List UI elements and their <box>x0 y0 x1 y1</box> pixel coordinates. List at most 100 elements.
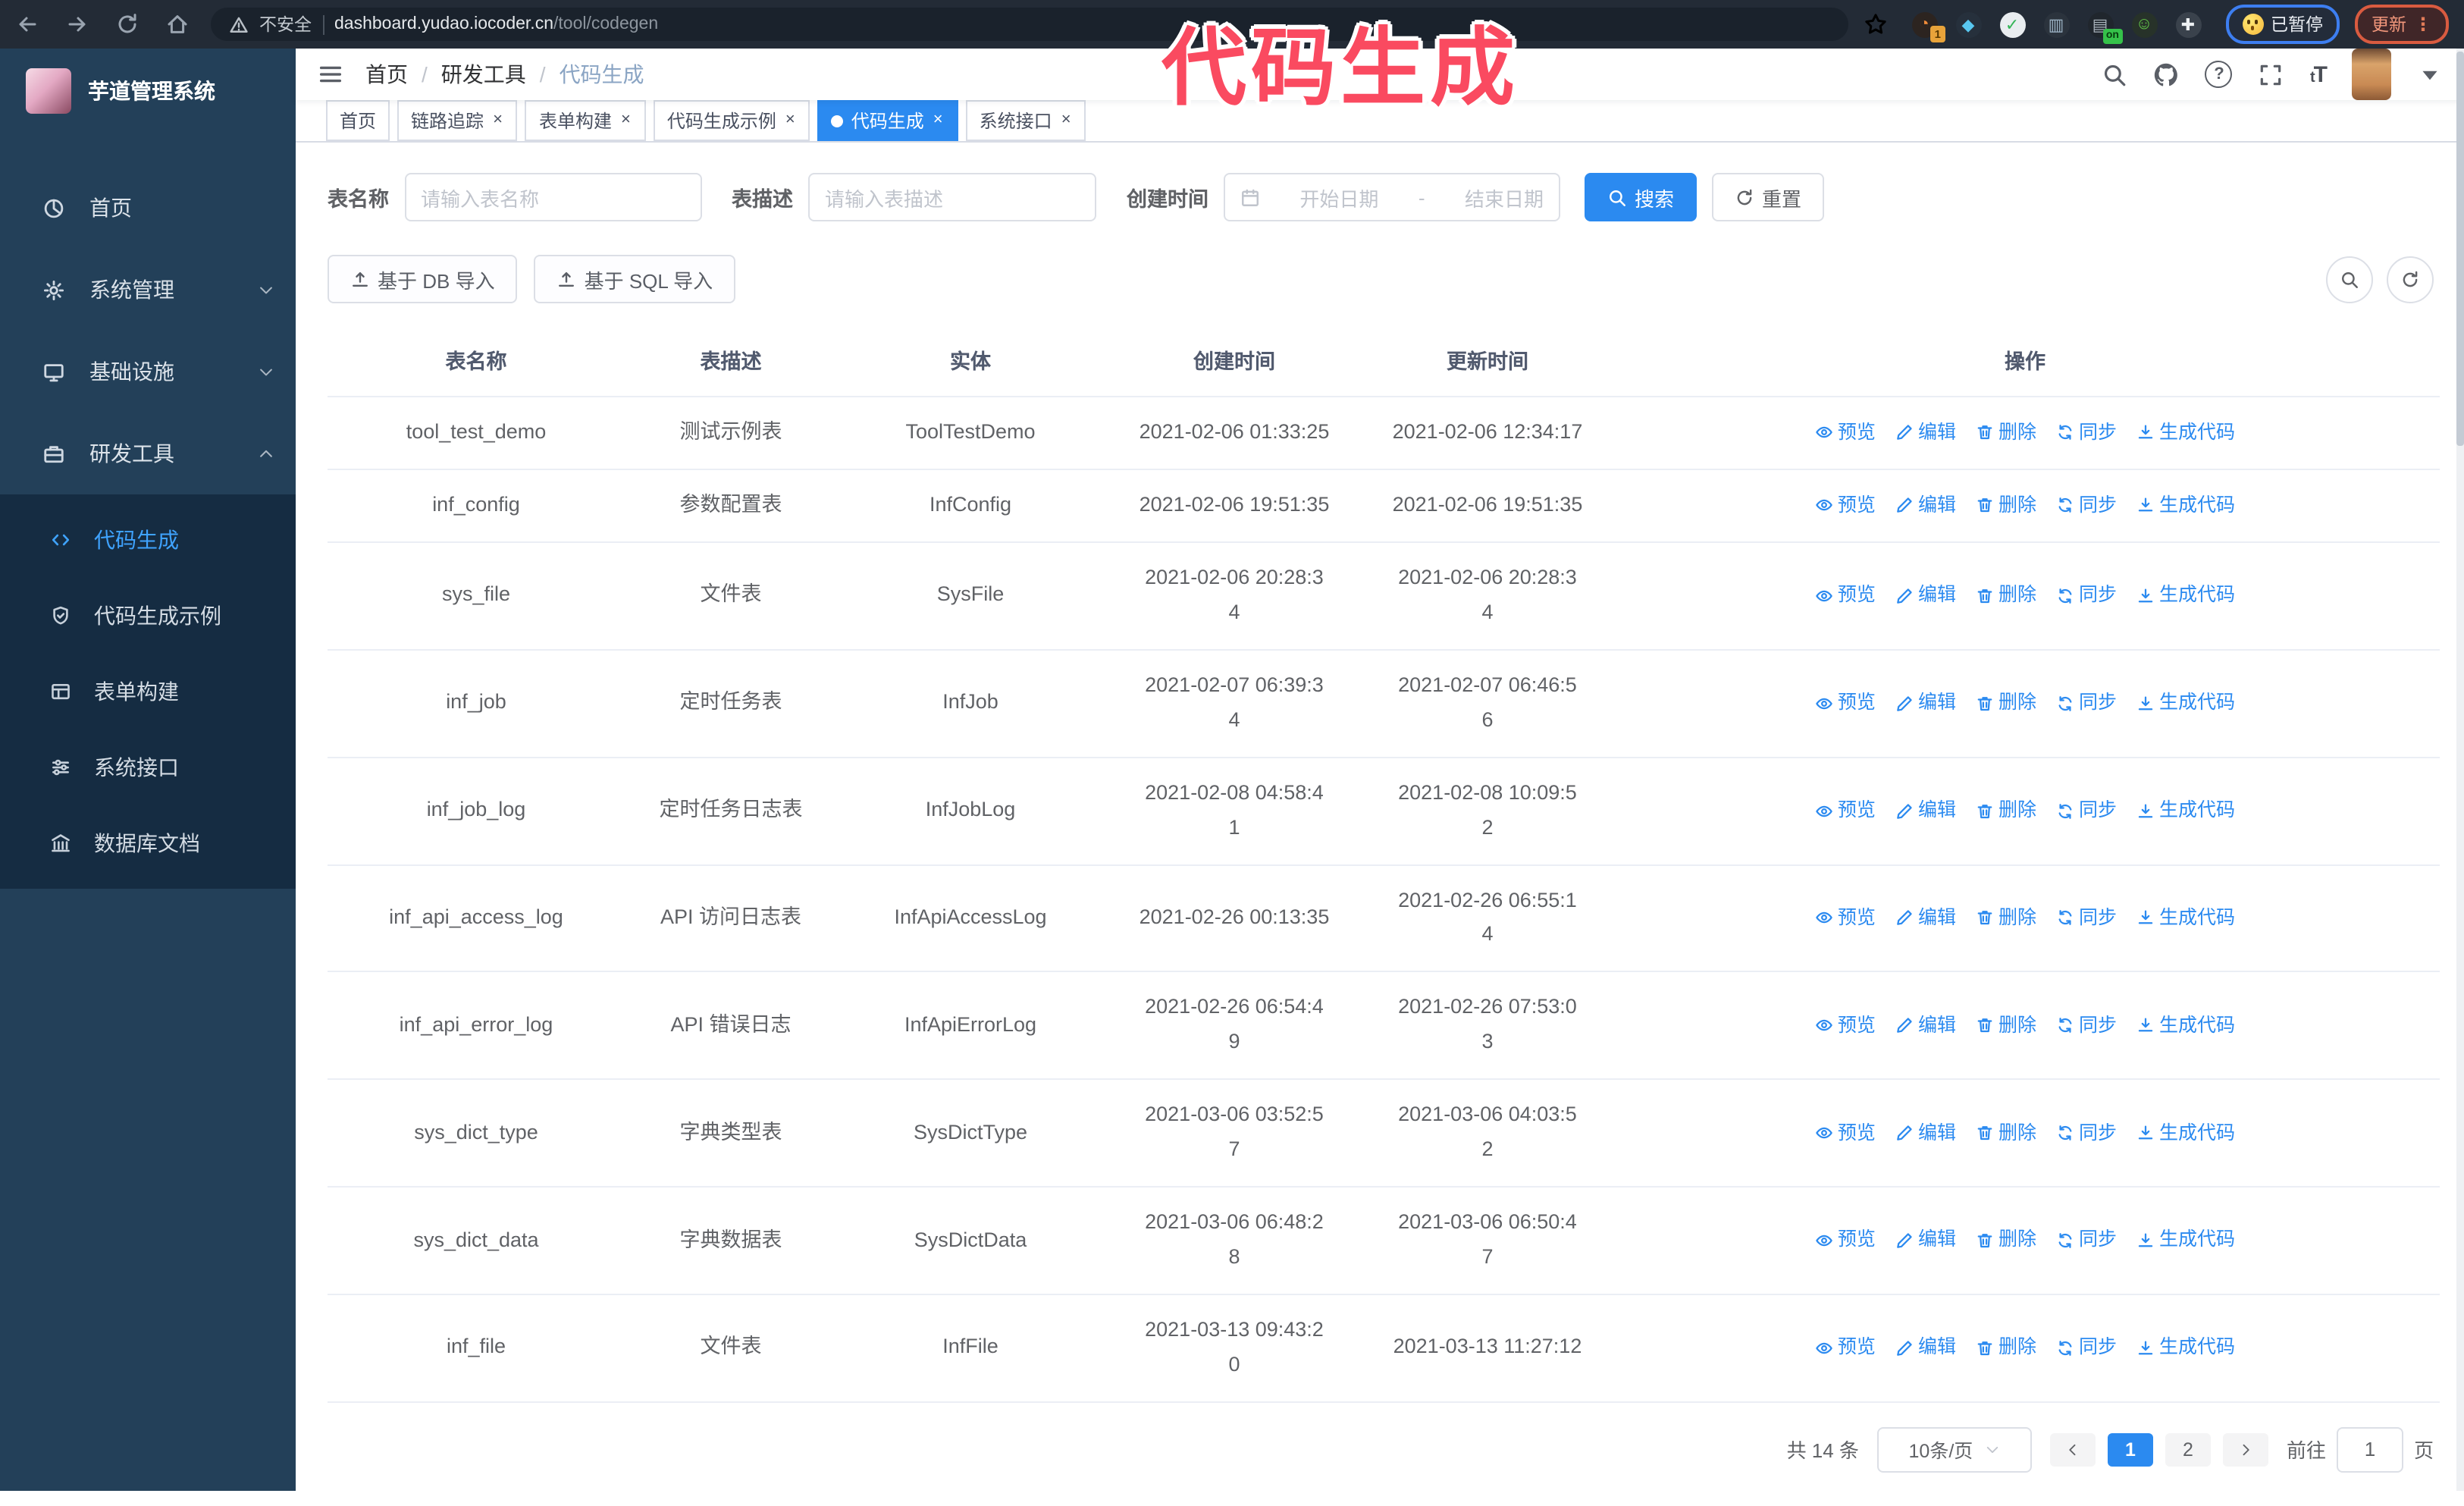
action-生成代码[interactable]: 生成代码 <box>2136 902 2235 935</box>
reset-button[interactable]: 重置 <box>1712 173 1825 221</box>
ext-green-check-icon[interactable]: ✓ <box>1999 11 2025 37</box>
hamburger-icon[interactable] <box>317 61 344 88</box>
ext-bars-icon[interactable]: ▥ <box>2043 11 2069 37</box>
action-生成代码[interactable]: 生成代码 <box>2136 1117 2235 1150</box>
breadcrumb-item[interactable]: 首页 <box>365 59 408 89</box>
action-生成代码[interactable]: 生成代码 <box>2136 1009 2235 1042</box>
page-button-1[interactable]: 1 <box>2107 1432 2153 1467</box>
browser-update-button[interactable]: 更新 ⋮ <box>2355 5 2449 44</box>
scrollbar-thumb[interactable] <box>2456 52 2464 446</box>
action-同步[interactable]: 同步 <box>2056 902 2117 935</box>
avatar[interactable] <box>2352 49 2391 100</box>
action-编辑[interactable]: 编辑 <box>1895 579 1956 612</box>
action-同步[interactable]: 同步 <box>2056 795 2117 827</box>
close-icon[interactable]: × <box>619 111 632 130</box>
tab-表单构建[interactable]: 表单构建 × <box>525 100 646 141</box>
action-同步[interactable]: 同步 <box>2056 579 2117 612</box>
fullscreen-icon[interactable] <box>2259 61 2284 87</box>
action-预览[interactable]: 预览 <box>1815 1117 1876 1150</box>
table-name-input[interactable]: 请输入表名称 <box>404 173 701 221</box>
prev-page-button[interactable] <box>2049 1432 2096 1467</box>
sidebar-item-首页[interactable]: 首页 <box>0 167 296 249</box>
sidebar-subitem-系统接口[interactable]: 系统接口 <box>0 729 296 805</box>
page-size-select[interactable]: 10条/页 <box>1876 1426 2032 1473</box>
browser-menu-icon[interactable]: ⋮ <box>2414 14 2432 35</box>
close-icon[interactable]: × <box>1060 111 1073 130</box>
ext-gem-icon[interactable]: ◆ <box>1955 11 1981 37</box>
action-预览[interactable]: 预览 <box>1815 1332 1876 1365</box>
action-预览[interactable]: 预览 <box>1815 579 1876 612</box>
action-编辑[interactable]: 编辑 <box>1895 795 1956 827</box>
reload-icon[interactable] <box>115 12 140 36</box>
date-range-input[interactable]: 开始日期 - 结束日期 <box>1224 173 1560 221</box>
action-生成代码[interactable]: 生成代码 <box>2136 579 2235 612</box>
font-size-icon[interactable]: tT <box>2310 61 2328 87</box>
sidebar-subitem-代码生成[interactable]: 代码生成 <box>0 502 296 578</box>
page-button-2[interactable]: 2 <box>2165 1432 2211 1467</box>
close-icon[interactable]: × <box>491 111 504 130</box>
action-生成代码[interactable]: 生成代码 <box>2136 1225 2235 1257</box>
help-icon[interactable]: ? <box>2205 61 2233 88</box>
action-编辑[interactable]: 编辑 <box>1895 417 1956 450</box>
toggle-search-button[interactable] <box>2326 256 2373 303</box>
paused-pill[interactable]: 已暂停 <box>2225 5 2340 44</box>
tab-链路追踪[interactable]: 链路追踪 × <box>397 100 518 141</box>
sidebar-subitem-代码生成示例[interactable]: 代码生成示例 <box>0 578 296 654</box>
action-生成代码[interactable]: 生成代码 <box>2136 795 2235 827</box>
ext-dark-on-icon[interactable]: ▤ on <box>2087 11 2122 43</box>
search-button[interactable]: 搜索 <box>1585 173 1698 221</box>
bookmark-star-icon[interactable] <box>1863 12 1887 36</box>
back-icon[interactable] <box>15 12 39 36</box>
sidebar-subitem-表单构建[interactable]: 表单构建 <box>0 654 296 729</box>
action-生成代码[interactable]: 生成代码 <box>2136 1332 2235 1365</box>
next-page-button[interactable] <box>2222 1432 2268 1467</box>
goto-page-input[interactable]: 1 <box>2336 1426 2403 1473</box>
close-icon[interactable]: × <box>932 111 945 130</box>
sidebar-subitem-数据库文档[interactable]: 数据库文档 <box>0 805 296 881</box>
action-删除[interactable]: 删除 <box>1976 417 2036 450</box>
home-icon[interactable] <box>165 12 190 36</box>
github-icon[interactable] <box>2154 61 2180 87</box>
ext-orange-circle-icon[interactable]: ◔ 1 <box>1911 11 1945 42</box>
action-同步[interactable]: 同步 <box>2056 1009 2117 1042</box>
action-删除[interactable]: 删除 <box>1976 1009 2036 1042</box>
tab-系统接口[interactable]: 系统接口 × <box>965 100 1086 141</box>
sidebar-item-研发工具[interactable]: 研发工具 <box>0 413 296 494</box>
chevron-down-icon[interactable] <box>2417 61 2443 87</box>
ext-puzzle-icon[interactable]: ✚ <box>2175 11 2201 37</box>
action-生成代码[interactable]: 生成代码 <box>2136 490 2235 522</box>
ext-monkey-icon[interactable]: ☺ <box>2131 11 2157 37</box>
action-预览[interactable]: 预览 <box>1815 1225 1876 1257</box>
action-删除[interactable]: 删除 <box>1976 1117 2036 1150</box>
action-编辑[interactable]: 编辑 <box>1895 687 1956 720</box>
scrollbar[interactable] <box>2456 49 2464 1491</box>
logo-row[interactable]: 芋道管理系统 <box>0 49 296 133</box>
action-删除[interactable]: 删除 <box>1976 1332 2036 1365</box>
breadcrumb-item[interactable]: 研发工具 <box>441 59 526 89</box>
action-编辑[interactable]: 编辑 <box>1895 1332 1956 1365</box>
action-编辑[interactable]: 编辑 <box>1895 1225 1956 1257</box>
import-sql-button[interactable]: 基于 SQL 导入 <box>534 255 736 303</box>
close-icon[interactable]: × <box>784 111 797 130</box>
action-删除[interactable]: 删除 <box>1976 902 2036 935</box>
action-删除[interactable]: 删除 <box>1976 579 2036 612</box>
tab-代码生成[interactable]: 代码生成 × <box>817 100 958 141</box>
action-同步[interactable]: 同步 <box>2056 1332 2117 1365</box>
table-desc-input[interactable]: 请输入表描述 <box>808 173 1096 221</box>
action-编辑[interactable]: 编辑 <box>1895 1009 1956 1042</box>
action-删除[interactable]: 删除 <box>1976 490 2036 522</box>
forward-icon[interactable] <box>65 12 89 36</box>
action-预览[interactable]: 预览 <box>1815 490 1876 522</box>
sidebar-item-基础设施[interactable]: 基础设施 <box>0 331 296 413</box>
action-生成代码[interactable]: 生成代码 <box>2136 687 2235 720</box>
search-icon[interactable] <box>2102 61 2128 87</box>
address-bar[interactable]: 不安全 dashboard.yudao.iocoder.cn/tool/code… <box>211 8 1848 41</box>
refresh-table-button[interactable] <box>2387 256 2434 303</box>
action-预览[interactable]: 预览 <box>1815 417 1876 450</box>
action-删除[interactable]: 删除 <box>1976 1225 2036 1257</box>
tab-代码生成示例[interactable]: 代码生成示例 × <box>653 100 810 141</box>
action-预览[interactable]: 预览 <box>1815 795 1876 827</box>
action-预览[interactable]: 预览 <box>1815 1009 1876 1042</box>
action-同步[interactable]: 同步 <box>2056 687 2117 720</box>
action-预览[interactable]: 预览 <box>1815 687 1876 720</box>
